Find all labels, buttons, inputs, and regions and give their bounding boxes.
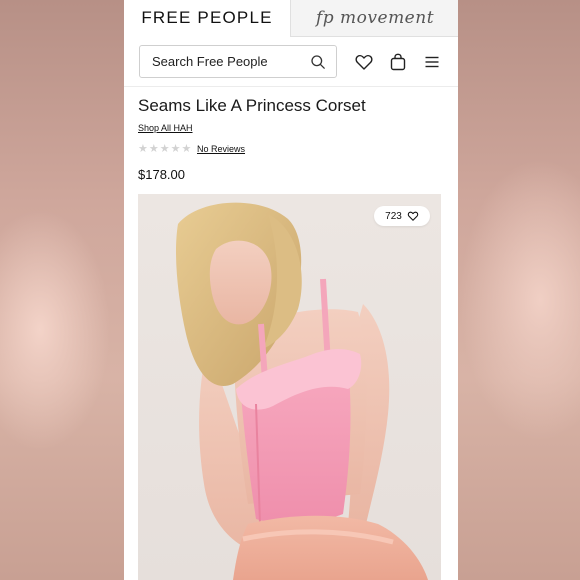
heart-icon [407, 211, 419, 221]
like-button[interactable]: 723 [374, 206, 430, 226]
brand-logo[interactable]: FREE PEOPLE [124, 0, 290, 36]
star-icon: ★ [138, 143, 148, 155]
product-image[interactable]: 723 [138, 194, 441, 580]
model-photo [175, 202, 428, 580]
search-icon[interactable] [310, 54, 326, 70]
bag-icon[interactable] [388, 52, 408, 72]
search-placeholder: Search Free People [152, 54, 268, 69]
shop-all-link[interactable]: Shop All HAH [138, 123, 193, 133]
heart-icon[interactable] [354, 52, 374, 72]
star-icon: ★ [181, 143, 192, 155]
reviews-link[interactable]: No Reviews [197, 144, 245, 154]
product-price: $178.00 [138, 167, 185, 182]
search-input[interactable]: Search Free People [139, 45, 337, 78]
brand-label: FREE PEOPLE [141, 8, 273, 27]
star-icon: ★ [159, 143, 170, 155]
star-icon: ★ [148, 143, 159, 155]
menu-icon[interactable] [422, 52, 442, 72]
mobile-page: FREE PEOPLE fp movement Search Free Peop… [124, 0, 458, 580]
like-count: 723 [385, 210, 402, 222]
star-icon: ★ [170, 143, 181, 155]
header-divider [124, 86, 458, 87]
product-title: Seams Like A Princess Corset [138, 96, 366, 115]
top-bar: FREE PEOPLE fp movement [124, 0, 458, 37]
movement-tab[interactable]: fp movement [290, 0, 458, 37]
movement-logo: fp movement [315, 8, 435, 28]
rating-stars[interactable]: ★ ★ ★ ★ ★ [138, 143, 191, 155]
